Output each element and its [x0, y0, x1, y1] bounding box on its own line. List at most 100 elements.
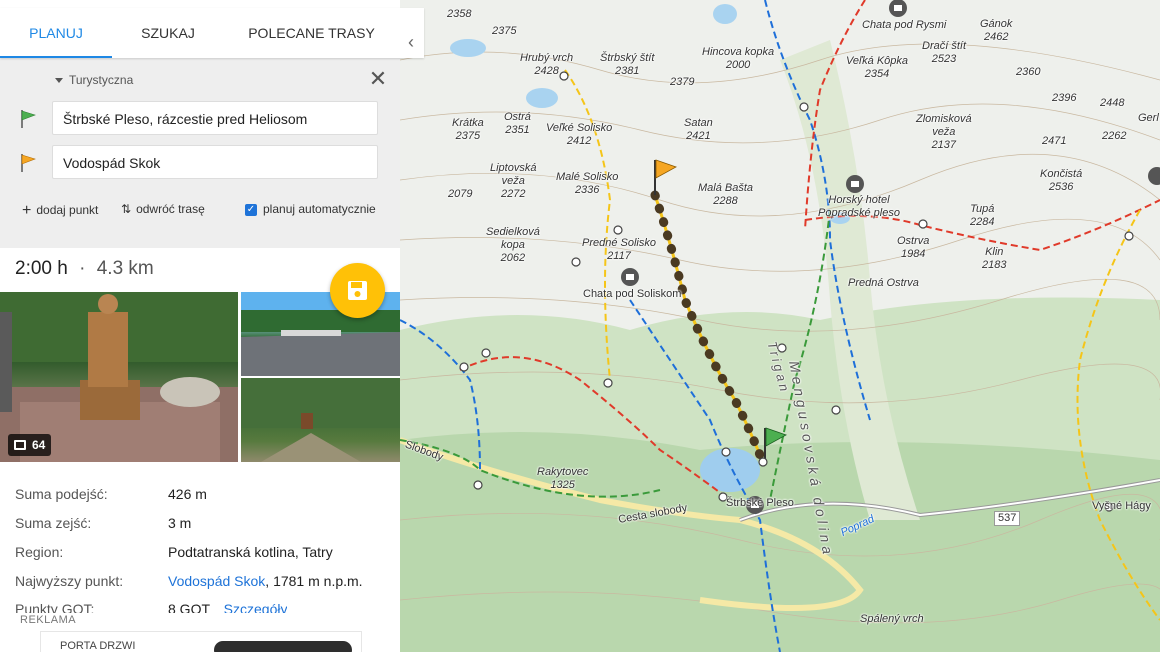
forest-photo — [241, 378, 400, 462]
tab-search[interactable]: SZUKAJ — [112, 8, 224, 58]
ad-brand: PORTA DRZWI — [60, 640, 136, 652]
map-label: Chata pod Soliskom — [583, 288, 682, 300]
hut-icon[interactable] — [846, 175, 864, 193]
route-time: 2:00 h — [15, 258, 68, 279]
ad-label: REKLAMA — [20, 614, 77, 626]
reverse-route-label: odwróć trasę — [136, 202, 205, 216]
map-label: Tupá 2284 — [970, 203, 995, 228]
route-type-dropdown[interactable]: Turystyczna — [55, 73, 133, 87]
map-label: Rakytovec 1325 — [537, 466, 589, 491]
map-label: Hrubý vrch 2428 — [520, 52, 574, 77]
map-label: Zlomisková veža 2137 — [916, 113, 972, 151]
tab-plan[interactable]: PLANUJ — [0, 8, 112, 58]
lake — [450, 39, 486, 57]
stat-highest-label: Najwyższy punkt: — [15, 573, 124, 589]
end-flag-icon — [21, 154, 36, 172]
map-label: Krátka 2375 — [452, 117, 484, 142]
top-tabs: PLANUJ SZUKAJ POLECANE TRASY ‹ — [0, 8, 424, 58]
map-view[interactable]: 2358 2375 Hrubý vrch 2428 Štrbský štít 2… — [400, 0, 1160, 652]
map-label: Spálený vrch — [860, 613, 924, 625]
route-type-label: Turystyczna — [69, 73, 134, 87]
collapse-panel-icon[interactable]: ‹ — [402, 22, 420, 62]
map-label: Štrbské Pleso — [726, 497, 794, 509]
photo-count: 64 — [32, 438, 46, 452]
strbske-pleso-lake — [700, 448, 760, 492]
map-label: Predná Ostrva — [848, 277, 919, 289]
route-planner: Turystyczna ✕ Štrbské Pleso, rázcestie p… — [0, 58, 400, 248]
auto-plan-label: planuj automatycznie — [263, 202, 376, 216]
stat-region-label: Region: — [15, 544, 64, 560]
lake — [713, 4, 737, 24]
map-label: 2375 — [492, 25, 517, 37]
stat-descent-value: 3 m — [168, 515, 192, 531]
map-label: Štrbský štít 2381 — [600, 52, 655, 77]
stat-got-value: 8 GOT Szczegóły — [168, 601, 287, 613]
tab-recommended[interactable]: POLECANE TRASY — [224, 8, 399, 58]
start-flag-icon — [21, 110, 36, 128]
swap-icon: ⇅ — [121, 202, 132, 216]
map-label: Malé Solisko 2336 — [556, 171, 619, 196]
map-label: Sedielková kopa 2062 — [486, 226, 540, 264]
map-label: Hincova kopka 2000 — [702, 46, 775, 71]
plus-icon: + — [22, 202, 32, 219]
summary-separator: · — [79, 258, 86, 279]
add-point-label: dodaj punkt — [36, 203, 99, 217]
floppy-disk-icon — [348, 281, 367, 300]
hut-icon[interactable] — [621, 268, 639, 286]
map-label: 2396 — [1052, 92, 1077, 104]
close-icon[interactable]: ✕ — [367, 68, 389, 90]
map-label: 2079 — [448, 188, 473, 200]
map-label: Gerl — [1138, 112, 1159, 124]
route-summary: 2:00 h · 4.3 km — [15, 258, 154, 280]
map-label: 2448 — [1100, 97, 1125, 109]
reverse-route-button[interactable]: ⇅ odwróć trasę — [121, 202, 205, 216]
map-label: Satan 2421 — [684, 117, 713, 142]
stat-descent-label: Suma zejść: — [15, 515, 92, 531]
route-distance: 4.3 km — [96, 258, 154, 279]
map-label: 2360 — [1016, 66, 1041, 78]
highest-point-elevation: , 1781 m n.p.m. — [265, 573, 363, 589]
map-label: Chata pod Rysmi — [862, 19, 947, 31]
map-label: Ostrva 1984 — [897, 235, 930, 260]
ad-cta-button[interactable] — [214, 641, 352, 652]
caret-down-icon — [55, 78, 63, 84]
photo-count-badge[interactable]: 64 — [8, 434, 52, 456]
stat-region-value: Podtatranská kotlina, Tatry — [168, 544, 333, 560]
map-label: Veľká Kôpka 2354 — [846, 55, 909, 80]
side-panel: Turystyczna ✕ Štrbské Pleso, rázcestie p… — [0, 0, 400, 652]
map-canvas — [400, 0, 1160, 652]
checkbox-checked-icon: ✓ — [245, 203, 257, 216]
map-label: Malá Bašta 2288 — [698, 182, 754, 207]
lake — [526, 88, 558, 108]
start-point-input[interactable]: Štrbské Pleso, rázcestie pred Heliosom — [52, 101, 378, 135]
map-label: Končistá 2536 — [1040, 168, 1083, 193]
auto-plan-checkbox[interactable]: ✓ planuj automatycznie — [245, 202, 376, 216]
got-points: 8 GOT — [168, 601, 210, 613]
map-label: Liptovská veža 2272 — [490, 162, 537, 200]
map-label: 2379 — [670, 76, 695, 88]
map-label: 2262 — [1102, 130, 1127, 142]
stat-ascent-value: 426 m — [168, 486, 207, 502]
map-label: Veľké Solisko 2412 — [546, 122, 613, 147]
map-label: Vyšné Hágy — [1092, 500, 1151, 512]
map-label: Dračí štít 2523 — [922, 40, 967, 65]
map-label: Predné Solisko 2117 — [582, 237, 656, 262]
map-label: Horský hotel Popradské pleso — [818, 194, 900, 219]
map-label: Klin 2183 — [982, 246, 1007, 271]
map-label: 2358 — [447, 8, 472, 20]
highest-point-link[interactable]: Vodospád Skok — [168, 573, 265, 589]
stat-ascent-label: Suma podejść: — [15, 486, 108, 502]
forest-dense — [400, 432, 1160, 652]
stat-got-label: Punkty GOT: — [15, 601, 95, 613]
road-number-badge: 537 — [994, 511, 1021, 526]
add-point-button[interactable]: + dodaj punkt — [22, 202, 98, 220]
end-point-input[interactable]: Vodospád Skok — [52, 145, 378, 179]
map-label: Ostrá 2351 — [504, 111, 531, 136]
got-details-link[interactable]: Szczegóły — [224, 601, 288, 613]
save-route-button[interactable] — [330, 263, 385, 318]
stat-highest-value: Vodospád Skok, 1781 m n.p.m. — [168, 573, 363, 589]
map-label: Gánok 2462 — [980, 18, 1013, 43]
map-label: 2471 — [1042, 135, 1067, 147]
planner-actions: + dodaj punkt ⇅ odwróć trasę ✓ planuj autom… — [0, 202, 400, 222]
route-photo-forest[interactable] — [241, 378, 400, 462]
